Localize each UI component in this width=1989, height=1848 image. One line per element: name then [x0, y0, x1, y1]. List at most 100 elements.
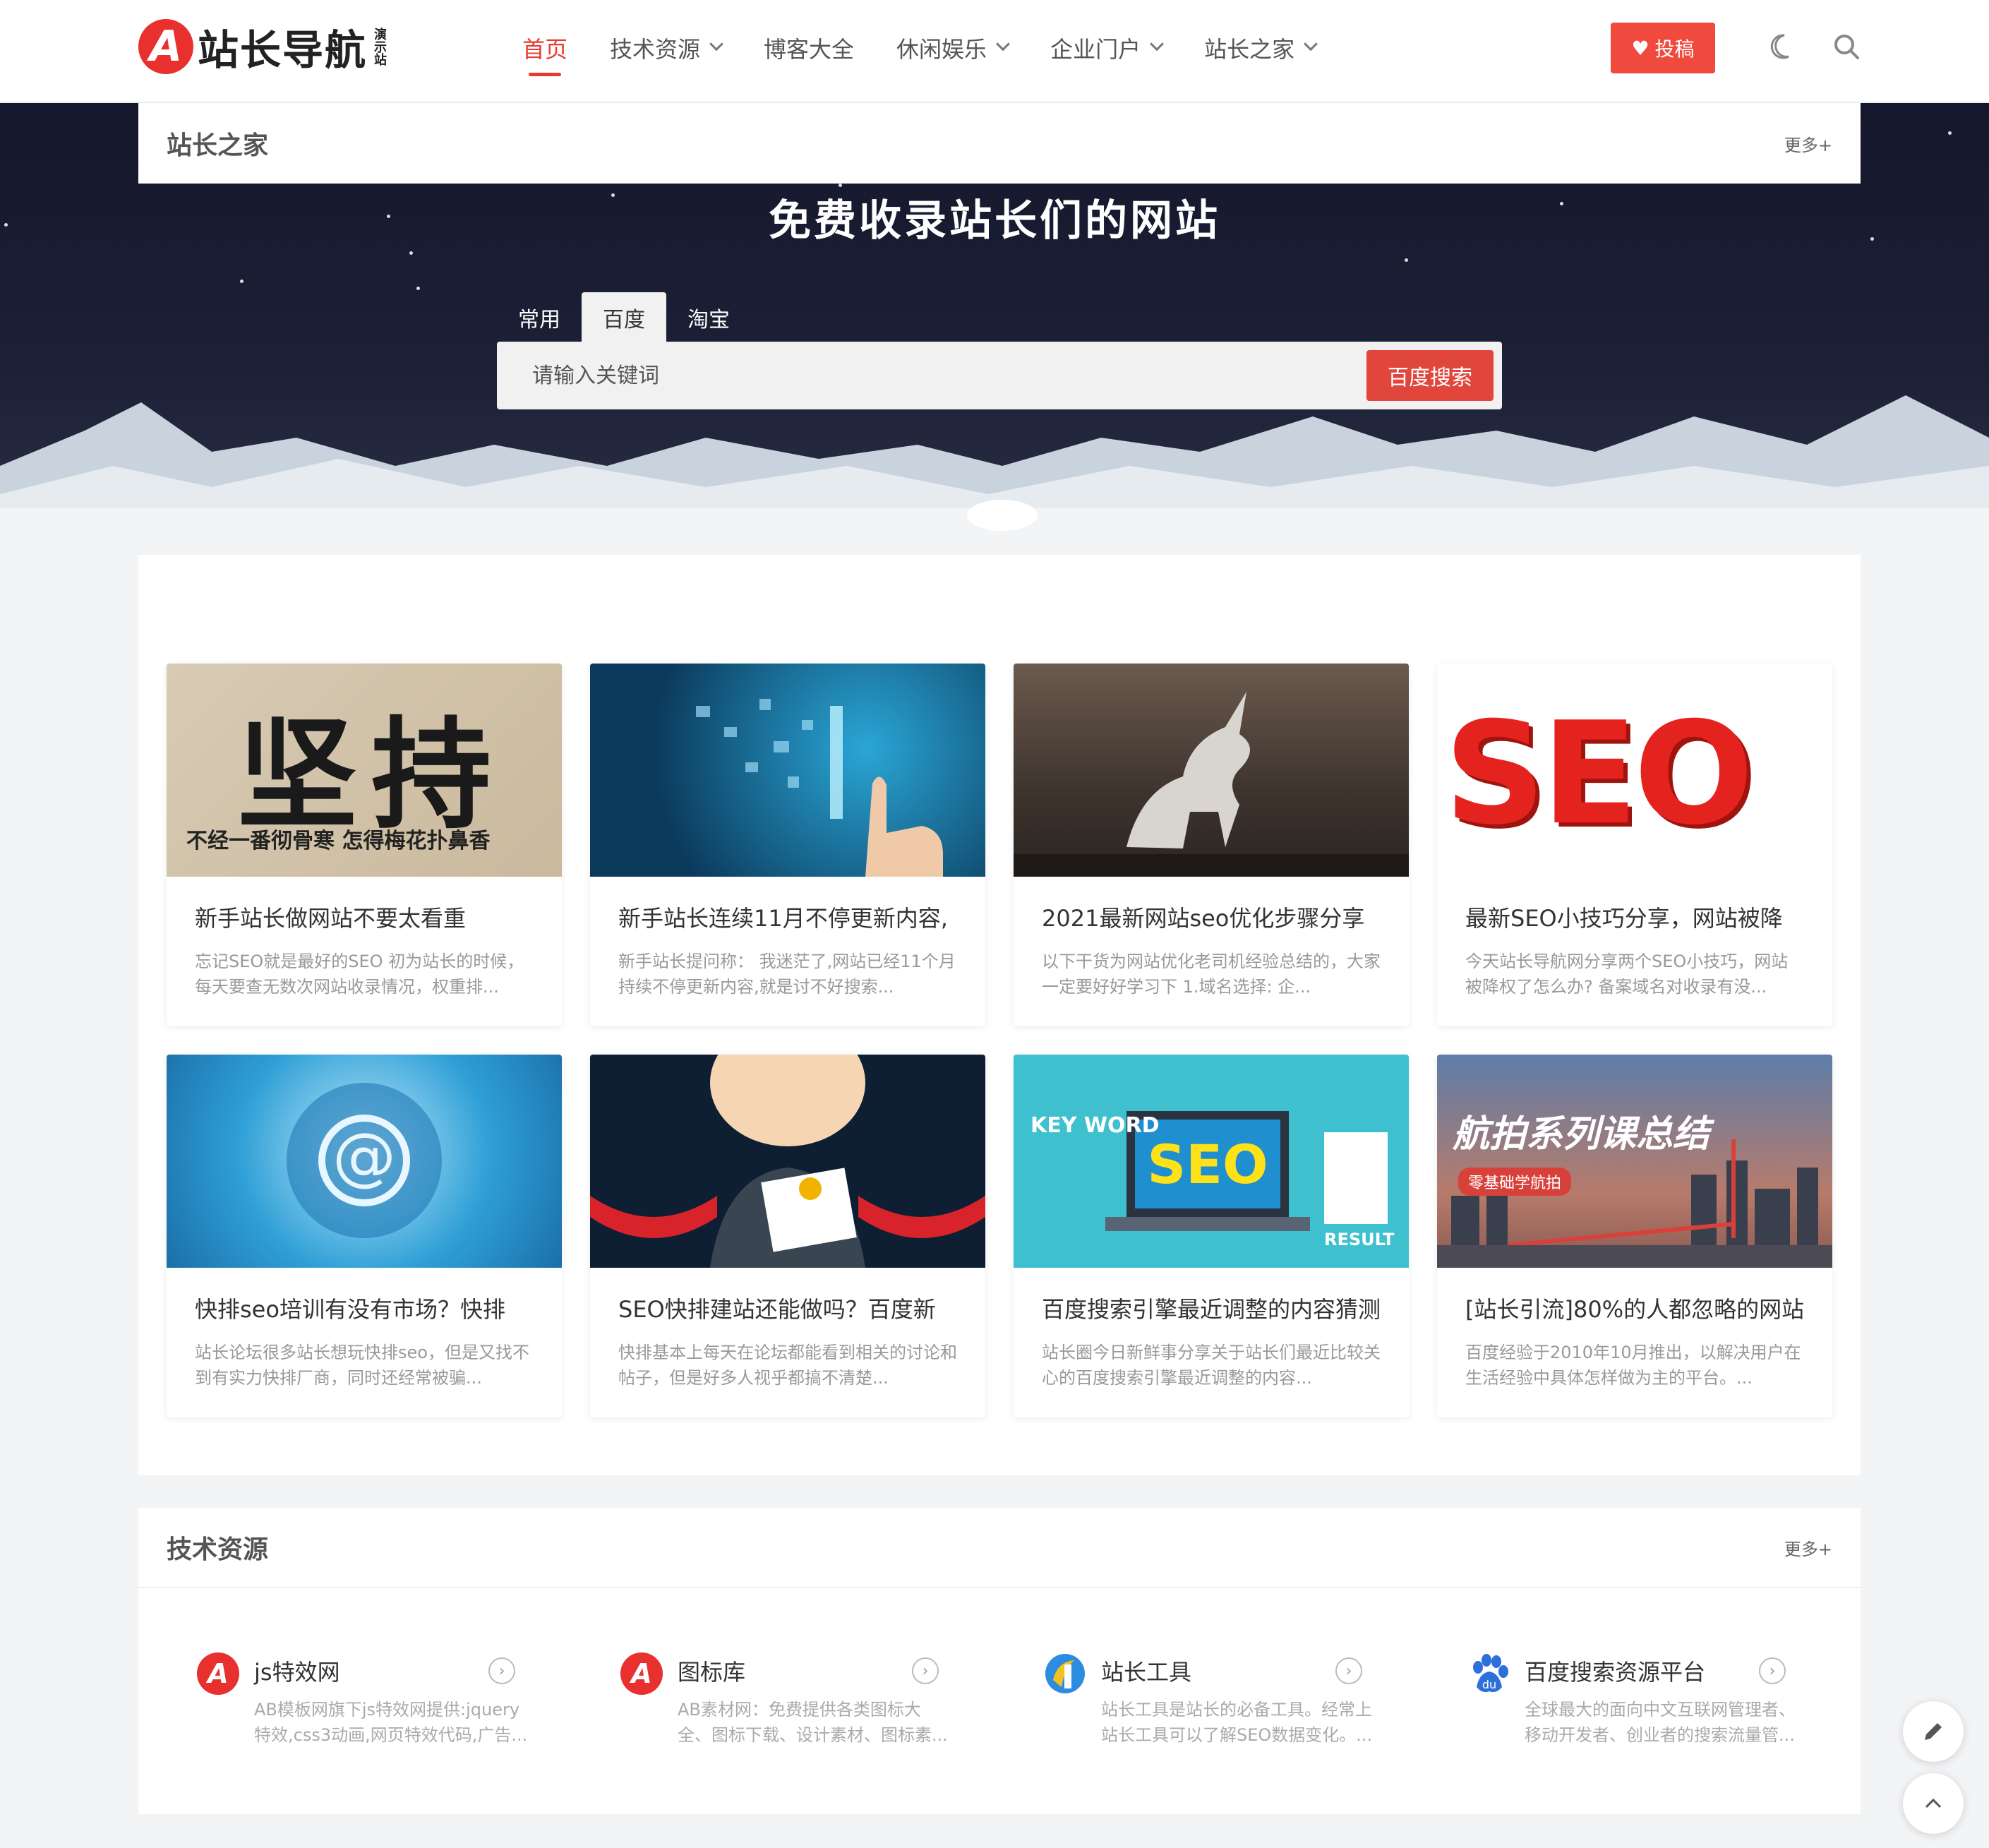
article-panel: 坚持 不经一番彻骨寒 怎得梅花扑鼻香 新手站长做网站不要太看重 忘记SEO就是最…	[138, 555, 1861, 1475]
resource-item[interactable]: 站长工具 › 站长工具是站长的必备工具。经常上站长工具可以了解SEO数据变化。.…	[1014, 1649, 1437, 1748]
a-logo-icon: A	[620, 1652, 663, 1695]
nav-item-leisure[interactable]: 休闲娱乐	[896, 28, 1010, 68]
svg-text:A: A	[205, 1658, 228, 1689]
article-thumbnail: SEO KEY WORD RESULT	[1014, 1055, 1409, 1268]
nav-item-home[interactable]: 首页	[522, 28, 567, 68]
section-title: 站长之家	[167, 131, 269, 160]
article-title[interactable]: SEO快排建站还能做吗？百度新	[590, 1268, 985, 1324]
svg-text:du: du	[1482, 1678, 1496, 1691]
article-excerpt: 今天站长导航网分享两个SEO小技巧，网站被降权了怎么办? 备案域名对收录有没..…	[1465, 952, 1789, 997]
resource-desc: 站长工具是站长的必备工具。经常上站长工具可以了解SEO数据变化。...	[1101, 1700, 1373, 1745]
arrow-right-icon[interactable]: ›	[912, 1657, 939, 1684]
nav-label: 首页	[522, 36, 568, 63]
article-title[interactable]: 快排seo培训有没有市场？快排	[167, 1268, 562, 1324]
article-excerpt: 新手站长提问称： 我迷茫了,网站已经11个月持续不停更新内容,就是讨不好搜索..…	[618, 952, 956, 997]
site-logo[interactable]: A 站长导航 演示站	[138, 18, 387, 75]
submit-label: 投稿	[1654, 37, 1695, 61]
arrow-right-icon[interactable]: ›	[1759, 1657, 1786, 1684]
resource-item[interactable]: A js特效网 › AB模板网旗下js特效网提供:jquery特效,css3动画…	[167, 1649, 590, 1748]
article-card[interactable]: SEO 最新SEO小技巧分享，网站被降 今天站长导航网分享两个SEO小技巧，网站…	[1437, 664, 1832, 1026]
more-link[interactable]: 更多+	[1784, 131, 1832, 156]
top-header: A 站长导航 演示站 首页 技术资源 博客大全 休闲娱乐 企业门户 站长之家 ♥…	[0, 0, 1989, 103]
logo-subtitle: 演示站	[372, 28, 387, 66]
search-engine-tabs: 常用 百度 淘宝	[497, 292, 751, 343]
resource-name: 百度搜索资源平台	[1525, 1659, 1706, 1686]
mountain-illustration	[0, 395, 1989, 536]
nav-item-enterprise[interactable]: 企业门户	[1050, 28, 1164, 68]
baidu-search-button[interactable]: 百度搜索	[1366, 350, 1494, 401]
article-thumbnail	[590, 664, 985, 877]
nav-item-webmaster[interactable]: 站长之家	[1204, 28, 1318, 68]
article-title[interactable]: 新手站长做网站不要太看重	[167, 877, 562, 933]
search-icon[interactable]	[1832, 32, 1861, 61]
article-grid: 坚持 不经一番彻骨寒 怎得梅花扑鼻香 新手站长做网站不要太看重 忘记SEO就是最…	[167, 664, 1832, 1417]
svg-text:SEO: SEO	[1147, 1133, 1268, 1196]
tab-common[interactable]: 常用	[497, 292, 582, 343]
logo-badge: A	[138, 19, 193, 74]
resource-grid: A js特效网 › AB模板网旗下js特效网提供:jquery特效,css3动画…	[167, 1649, 1861, 1748]
resource-desc: AB模板网旗下js特效网提供:jquery特效,css3动画,网页特效代码,广告…	[254, 1700, 528, 1745]
moon-icon[interactable]	[1770, 32, 1798, 61]
tab-taobao[interactable]: 淘宝	[666, 292, 751, 343]
article-card[interactable]: 2021最新网站seo优化步骤分享 以下干货为网站优化老司机经验总结的，大家一定…	[1014, 664, 1409, 1026]
thumbnail-subtext: 零基础学航拍	[1458, 1168, 1572, 1196]
arrow-right-icon[interactable]: ›	[1335, 1657, 1362, 1684]
nav-label: 博客大全	[764, 36, 855, 63]
section-title: 技术资源	[167, 1535, 269, 1564]
more-link[interactable]: 更多+	[1784, 1535, 1832, 1560]
resource-name: 图标库	[678, 1659, 746, 1686]
article-thumbnail	[1014, 664, 1409, 877]
svg-text:A: A	[629, 1658, 651, 1689]
search-box: 百度搜索	[497, 342, 1502, 409]
aerial-city-graphic	[1437, 1139, 1832, 1268]
article-title[interactable]: 新手站长连续11月不停更新内容,	[590, 877, 985, 933]
article-thumbnail	[590, 1055, 985, 1268]
section-header-webmaster: 站长之家 更多+	[138, 103, 1861, 184]
chinaz-icon	[1045, 1654, 1085, 1693]
digital-hand-graphic	[696, 699, 943, 877]
article-title[interactable]: 最新SEO小技巧分享，网站被降	[1437, 877, 1832, 933]
unicorn-graphic	[1014, 692, 1409, 877]
resource-name: js特效网	[254, 1659, 340, 1686]
arrow-right-icon[interactable]: ›	[488, 1657, 515, 1684]
hero-title: 免费收录站长们的网站	[769, 196, 1220, 246]
nav-item-tech[interactable]: 技术资源	[610, 28, 723, 68]
article-card[interactable]: 坚持 不经一番彻骨寒 怎得梅花扑鼻香 新手站长做网站不要太看重 忘记SEO就是最…	[167, 664, 562, 1026]
resource-item[interactable]: A 图标库 › AB素材网：免费提供各类图标大全、图标下载、设计素材、图标素..…	[590, 1649, 1014, 1748]
article-card[interactable]: @ 快排seo培训有没有市场？快排 站长论坛很多站长想玩快排seo，但是又找不到…	[167, 1055, 562, 1417]
search-input[interactable]	[532, 357, 1379, 394]
article-card[interactable]: 航拍系列课总结 零基础学航拍 [站长引流]80%的人都忽略的网站 百度经验于20…	[1437, 1055, 1832, 1417]
pencil-icon	[1925, 1723, 1942, 1740]
article-card[interactable]: SEO快排建站还能做吗？百度新 快排基本上每天在论坛都能看到相关的讨论和帖子，但…	[590, 1055, 985, 1417]
main-nav: 首页 技术资源 博客大全 休闲娱乐 企业门户 站长之家	[522, 28, 1358, 68]
article-title[interactable]: 百度搜索引擎最近调整的内容猜测	[1014, 1268, 1409, 1324]
resource-name: 站长工具	[1101, 1659, 1192, 1686]
nav-label: 技术资源	[610, 36, 701, 63]
tab-baidu[interactable]: 百度	[582, 292, 666, 343]
article-excerpt: 站长圈今日新鲜事分享关于站长们最近比较关心的百度搜索引擎最近调整的内容...	[1042, 1343, 1381, 1388]
article-card[interactable]: 新手站长连续11月不停更新内容, 新手站长提问称： 我迷茫了,网站已经11个月持…	[590, 664, 985, 1026]
submit-button[interactable]: ♥ 投稿	[1611, 23, 1715, 73]
article-excerpt: 站长论坛很多站长想玩快排seo，但是又找不到有实力快排厂商，同时还经常被骗...	[195, 1343, 529, 1388]
nav-item-blogs[interactable]: 博客大全	[764, 28, 854, 68]
chevron-down-icon	[996, 37, 1010, 52]
cartoon-man-graphic	[590, 1055, 985, 1268]
edit-button[interactable]	[1903, 1701, 1964, 1762]
resource-item[interactable]: du 百度搜索资源平台 › 全球最大的面向中文互联网管理者、移动开发者、创业者的…	[1437, 1649, 1861, 1748]
article-excerpt: 忘记SEO就是最好的SEO 初为站长的时候，每天要查无数次网站收录情况，权重排.…	[195, 952, 524, 997]
section-header-tech: 技术资源 更多+	[138, 1508, 1861, 1588]
heart-icon: ♥	[1631, 36, 1650, 60]
article-excerpt: 百度经验于2010年10月推出，以解决用户在生活经验中具体怎样做为主的平台。..…	[1465, 1343, 1801, 1388]
article-card[interactable]: SEO KEY WORD RESULT 百度搜索引擎最近调整的内容猜测 站长圈今…	[1014, 1055, 1409, 1417]
back-to-top-button[interactable]	[1903, 1773, 1964, 1834]
thumbnail-text: 航拍系列课总结	[1453, 1113, 1710, 1156]
chevron-down-icon	[709, 37, 723, 52]
chevron-down-icon	[1304, 37, 1318, 52]
article-title[interactable]: [站长引流]80%的人都忽略的网站	[1437, 1268, 1832, 1324]
baidu-paw-icon: du	[1473, 1654, 1508, 1693]
svg-text:RESULT: RESULT	[1324, 1230, 1395, 1249]
thumbnail-text: SEO	[1444, 692, 1754, 856]
resource-desc: 全球最大的面向中文互联网管理者、移动开发者、创业者的搜索流量管...	[1525, 1700, 1796, 1745]
resources-panel: 技术资源 更多+ A js特效网 › AB模板网旗下js特效网提供:jquery…	[138, 1508, 1861, 1814]
article-title[interactable]: 2021最新网站seo优化步骤分享	[1014, 877, 1409, 933]
